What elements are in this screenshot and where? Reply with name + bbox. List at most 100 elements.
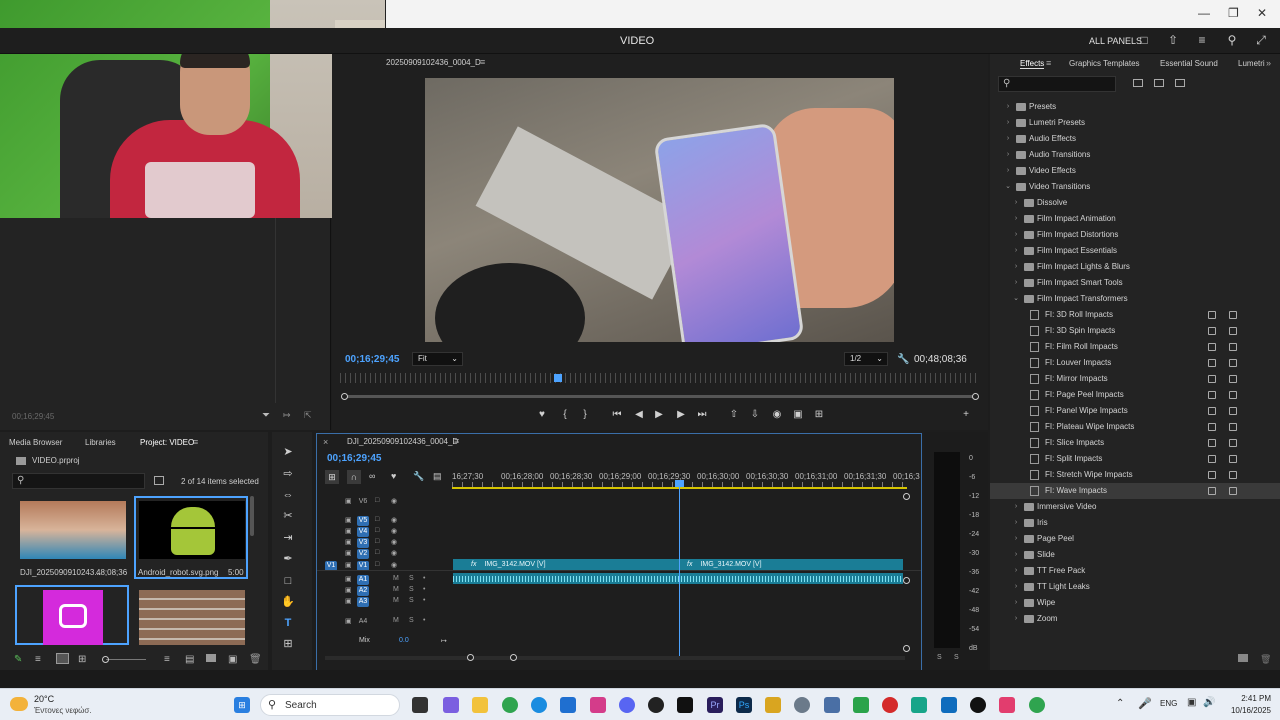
- go-to-out-icon[interactable]: ⏭: [695, 408, 709, 422]
- timeline-timecode[interactable]: 00;16;29;45: [327, 453, 381, 464]
- workspace-title[interactable]: VIDEO: [620, 35, 654, 47]
- lock-icon[interactable]: ▣: [345, 527, 352, 535]
- delete-icon[interactable]: 🗑: [249, 654, 262, 665]
- audio-clip[interactable]: [453, 573, 903, 584]
- effect-folder[interactable]: › Film Impact Animation: [990, 211, 1280, 227]
- horizontal-scrollbar[interactable]: [325, 656, 905, 660]
- solo-button[interactable]: S: [409, 586, 414, 593]
- mute-button[interactable]: M: [393, 586, 399, 593]
- app-icon[interactable]: [824, 697, 840, 713]
- tab-libraries[interactable]: Libraries: [85, 438, 116, 447]
- panel-menu-icon[interactable]: ≡: [193, 437, 198, 447]
- mute-button[interactable]: M: [393, 575, 399, 582]
- snap-icon[interactable]: ∩: [347, 470, 361, 484]
- vertical-scroll-bottom[interactable]: [903, 645, 910, 652]
- solo-button[interactable]: S: [409, 575, 414, 582]
- eye-icon[interactable]: ◉: [391, 527, 397, 535]
- effect-folder[interactable]: › Lumetri Presets: [990, 115, 1280, 131]
- microphone-icon[interactable]: •: [423, 575, 425, 582]
- effect-folder[interactable]: › Film Impact Lights & Blurs: [990, 259, 1280, 275]
- scroll-handle-left[interactable]: [341, 393, 348, 400]
- mix-volume-value[interactable]: 0.0: [399, 637, 409, 644]
- winrar-icon[interactable]: [765, 697, 781, 713]
- lock-icon[interactable]: ▣: [345, 586, 352, 594]
- photoshop-icon[interactable]: Ps: [736, 697, 752, 713]
- track-target-toggle[interactable]: A1: [357, 575, 369, 585]
- copilot-icon[interactable]: [443, 697, 459, 713]
- ripple-edit-tool-icon[interactable]: ⇔: [280, 487, 296, 503]
- green-app-icon[interactable]: [853, 697, 869, 713]
- captions-icon[interactable]: ▤: [433, 471, 442, 482]
- thumbnail-size-slider[interactable]: [106, 659, 146, 660]
- tab-essential-sound[interactable]: Essential Sound: [1160, 59, 1218, 68]
- vertical-scroll-top[interactable]: [903, 493, 910, 500]
- lock-icon[interactable]: ▣: [345, 575, 352, 583]
- effect-item[interactable]: FI: Wave Impacts: [990, 483, 1280, 499]
- resolution-dropdown[interactable]: 1/2 ⌄: [844, 352, 888, 366]
- export-frame-icon[interactable]: ⇱: [304, 410, 312, 421]
- chevron-right-icon[interactable]: ›: [1012, 531, 1020, 547]
- effect-item[interactable]: FI: Louver Impacts: [990, 355, 1280, 371]
- effect-item[interactable]: FI: Stretch Wipe Impacts: [990, 467, 1280, 483]
- yuv-effects-icon[interactable]: [1175, 79, 1185, 87]
- panel-menu-icon[interactable]: ≡: [1046, 58, 1051, 68]
- effect-item[interactable]: FI: Film Roll Impacts: [990, 339, 1280, 355]
- chevron-right-icon[interactable]: ›: [1004, 115, 1012, 131]
- nest-toggle-icon[interactable]: ⊞: [325, 470, 339, 484]
- zoom-handle-right[interactable]: [510, 654, 517, 661]
- track-target-toggle[interactable]: A4: [357, 617, 369, 627]
- linked-selection-icon[interactable]: ∞: [369, 471, 375, 481]
- chevron-right-icon[interactable]: ›: [1012, 243, 1020, 259]
- monitor-zoom-scrollbar[interactable]: [342, 395, 976, 398]
- lock-icon[interactable]: ▣: [345, 538, 352, 546]
- all-panels-button[interactable]: ALL PANELS: [1089, 36, 1142, 46]
- language-indicator[interactable]: ENG: [1160, 699, 1177, 708]
- project-item-dji[interactable]: DJI_2025090910243... 48;08;36: [15, 496, 129, 579]
- chevron-right-icon[interactable]: ›: [1012, 227, 1020, 243]
- effect-item[interactable]: FI: Panel Wipe Impacts: [990, 403, 1280, 419]
- rectangle-tool-icon[interactable]: □: [280, 573, 296, 589]
- outlook-icon[interactable]: [941, 697, 957, 713]
- filter-icon[interactable]: ⏷: [262, 410, 270, 421]
- monitor-playhead[interactable]: [554, 374, 562, 382]
- panel-menu-icon[interactable]: ≡: [480, 57, 485, 67]
- effect-folder[interactable]: › Audio Effects: [990, 131, 1280, 147]
- notes-icon[interactable]: [911, 697, 927, 713]
- file-explorer-icon[interactable]: [472, 697, 488, 713]
- discord-icon[interactable]: [619, 697, 635, 713]
- scroll-handle-right[interactable]: [972, 393, 979, 400]
- comparison-view-icon[interactable]: ▣: [791, 408, 805, 422]
- sync-lock-icon[interactable]: □: [375, 516, 379, 523]
- add-button-icon[interactable]: +: [959, 408, 973, 422]
- automate-icon[interactable]: ▤: [185, 654, 194, 665]
- chevron-right-icon[interactable]: ›: [1012, 499, 1020, 515]
- chevron-right-icon[interactable]: ›: [1004, 163, 1012, 179]
- play-icon[interactable]: ▶: [652, 408, 666, 422]
- chevron-right-icon[interactable]: ›: [1012, 275, 1020, 291]
- mute-button[interactable]: M: [393, 597, 399, 604]
- effect-folder[interactable]: › Film Impact Essentials: [990, 243, 1280, 259]
- mute-button[interactable]: M: [393, 617, 399, 624]
- track-target-toggle[interactable]: V6: [357, 497, 369, 507]
- microphone-icon[interactable]: •: [423, 597, 425, 604]
- panel-layout-icon[interactable]: □: [1137, 34, 1151, 47]
- solo-button[interactable]: S: [409, 597, 414, 604]
- step-back-icon[interactable]: ◀: [632, 408, 646, 422]
- chevron-right-icon[interactable]: ›: [1004, 147, 1012, 163]
- chevron-right-icon[interactable]: ›: [1012, 211, 1020, 227]
- wrench-icon[interactable]: 🔧: [897, 354, 909, 365]
- fullscreen-icon[interactable]: ⤢: [1254, 34, 1268, 47]
- effect-folder[interactable]: › Film Impact Distortions: [990, 227, 1280, 243]
- effect-item[interactable]: FI: Mirror Impacts: [990, 371, 1280, 387]
- track-target-toggle[interactable]: V5: [357, 516, 369, 526]
- add-marker-icon[interactable]: ♥: [535, 408, 549, 422]
- sync-lock-icon[interactable]: □: [375, 549, 379, 556]
- lift-icon[interactable]: ⇧: [727, 408, 741, 422]
- minimize-icon[interactable]: —: [1198, 6, 1210, 20]
- mark-in-icon[interactable]: {: [558, 408, 572, 422]
- eye-icon[interactable]: ◉: [391, 516, 397, 524]
- type-tool-icon[interactable]: T: [280, 615, 296, 631]
- sync-lock-icon[interactable]: □: [375, 538, 379, 545]
- zoom-handle-left[interactable]: [467, 654, 474, 661]
- network-icon[interactable]: ▣: [1187, 697, 1196, 708]
